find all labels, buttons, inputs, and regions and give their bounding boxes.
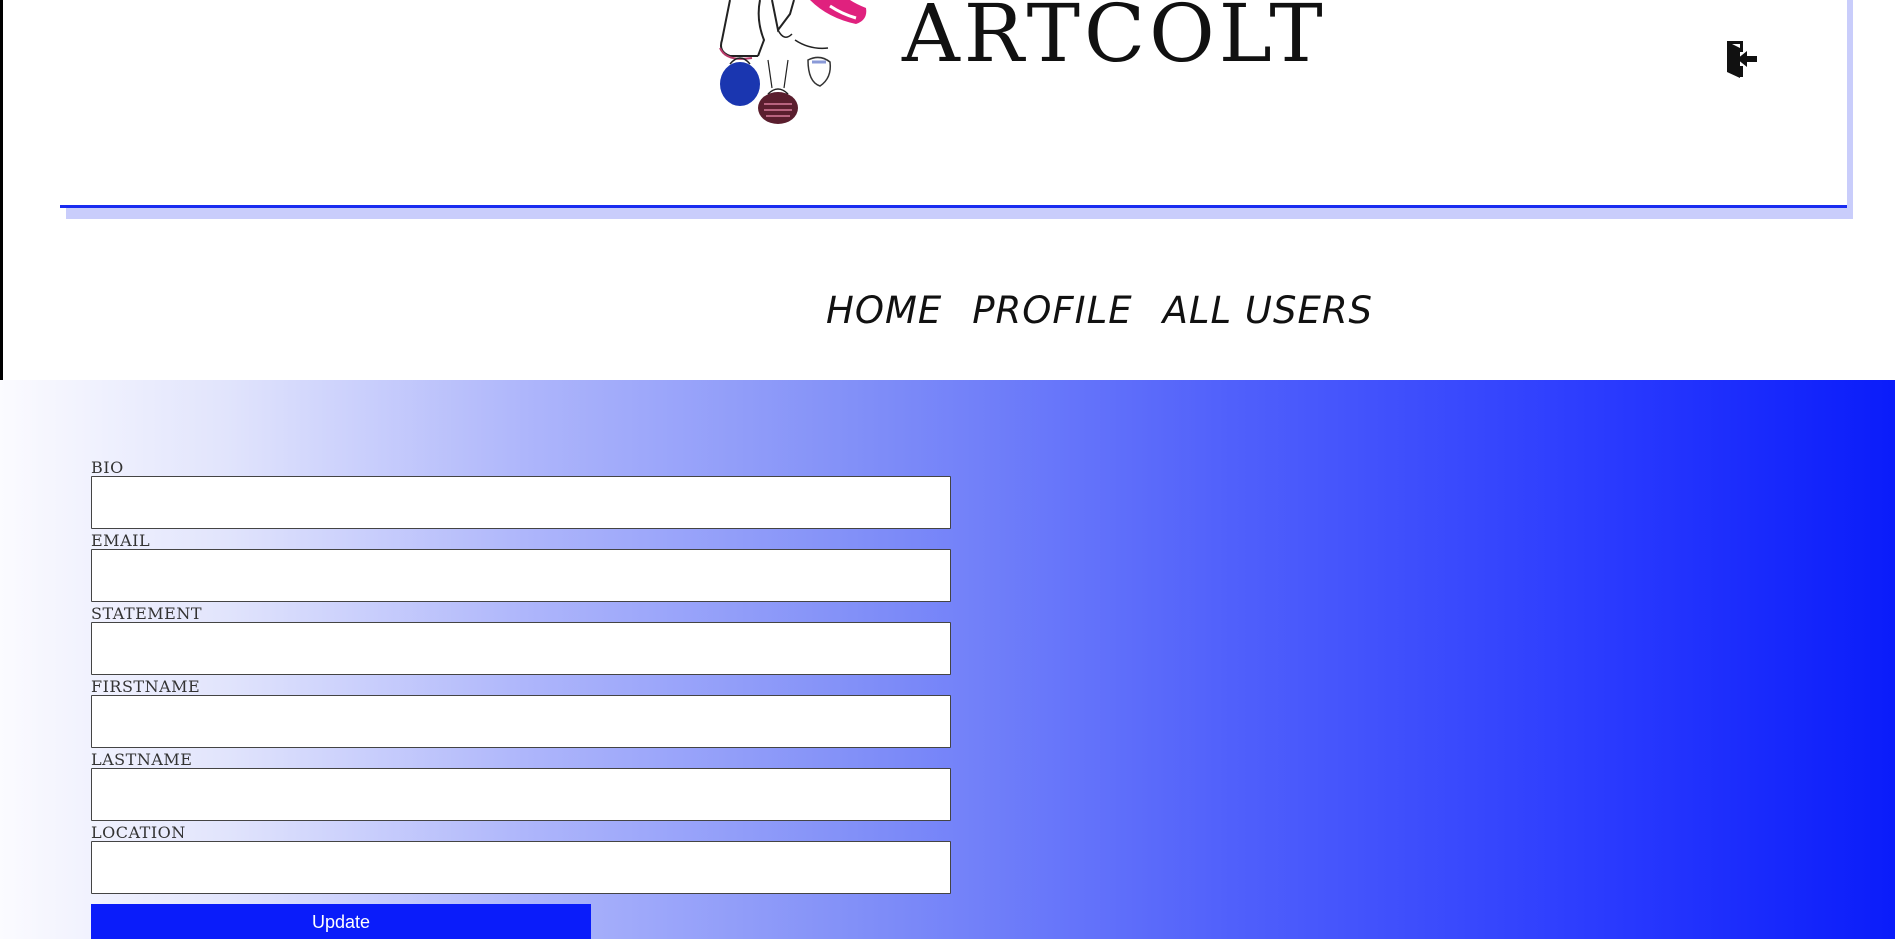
profile-edit-section: BIO EMAIL STATEMENT FIRSTNAME LASTNAME L…	[0, 380, 1895, 939]
profile-form: BIO EMAIL STATEMENT FIRSTNAME LASTNAME L…	[91, 460, 951, 898]
bio-input[interactable]	[91, 476, 951, 529]
nav-profile-link[interactable]: PROFILE	[972, 292, 1132, 329]
bio-label: BIO	[91, 458, 124, 477]
update-button[interactable]: Update	[91, 904, 591, 939]
brand-title: ARTCOLT	[902, 0, 1327, 80]
firstname-input[interactable]	[91, 695, 951, 748]
statement-input[interactable]	[91, 622, 951, 675]
door-exit-icon[interactable]	[1723, 38, 1759, 80]
fashion-sketch-logo	[719, 0, 867, 124]
statement-label: STATEMENT	[91, 604, 203, 623]
nav-all-users-link[interactable]: ALL USERS	[1163, 292, 1373, 329]
main-nav: HOME PROFILE ALL USERS	[826, 292, 1373, 329]
firstname-label: FIRSTNAME	[91, 677, 201, 696]
email-label: EMAIL	[91, 531, 151, 550]
email-input[interactable]	[91, 549, 951, 602]
lastname-input[interactable]	[91, 768, 951, 821]
location-input[interactable]	[91, 841, 951, 894]
nav-home-link[interactable]: HOME	[826, 292, 942, 329]
location-label: LOCATION	[91, 823, 186, 842]
site-header: ARTCOLT	[60, 0, 1847, 208]
lastname-label: LASTNAME	[91, 750, 193, 769]
page-left-border	[0, 0, 3, 380]
